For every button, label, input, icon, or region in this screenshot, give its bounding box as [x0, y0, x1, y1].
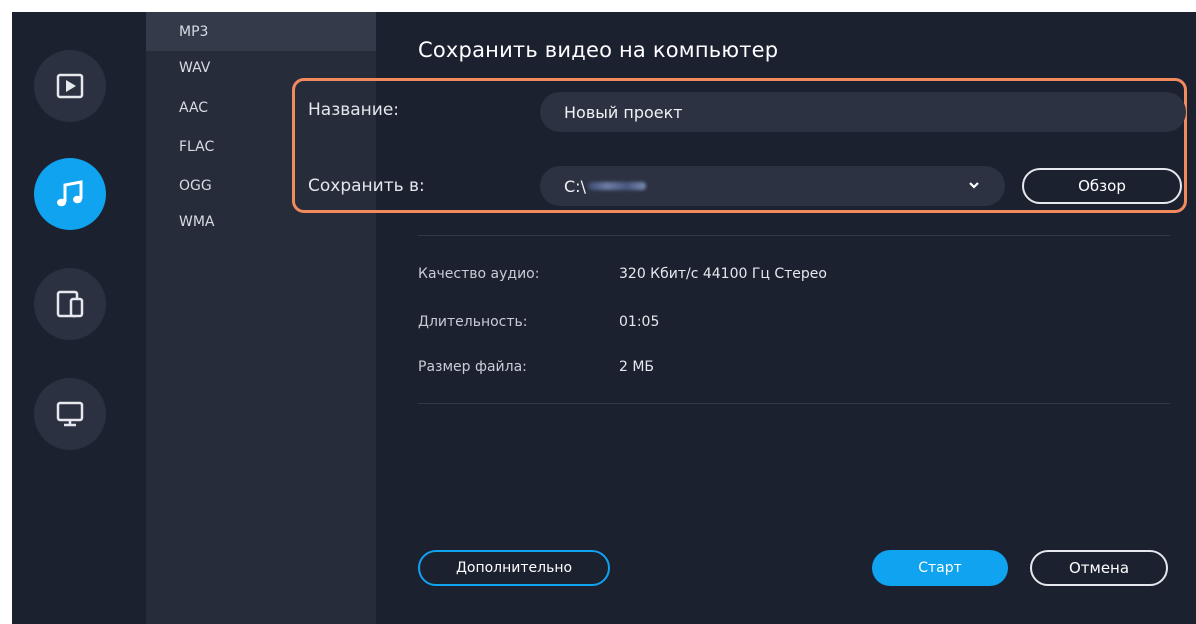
duration-value: 01:05 [619, 314, 660, 330]
name-input-value: Новый проект [564, 102, 683, 122]
format-item-aac[interactable]: AAC [179, 100, 208, 116]
devices-icon [56, 290, 84, 318]
name-input[interactable]: Новый проект [540, 92, 1186, 132]
rail-tv-button[interactable] [34, 378, 106, 450]
rail-audio-button[interactable] [34, 158, 106, 230]
save-path-value: C:\ [564, 176, 586, 196]
blurred-path [587, 182, 646, 190]
rail-video-button[interactable] [34, 50, 106, 122]
play-icon [56, 73, 84, 99]
format-item-wav[interactable]: WAV [179, 60, 210, 76]
format-item-mp3[interactable]: MP3 [179, 24, 208, 40]
rail-devices-button[interactable] [34, 268, 106, 340]
format-item-wma[interactable]: WMA [179, 214, 215, 230]
advanced-button[interactable]: Дополнительно [418, 550, 610, 586]
dialog-title: Сохранить видео на компьютер [418, 38, 779, 62]
cancel-button[interactable]: Отмена [1030, 550, 1168, 586]
format-item-flac[interactable]: FLAC [179, 139, 214, 155]
browse-button[interactable]: Обзор [1022, 168, 1182, 204]
format-item-ogg[interactable]: OGG [179, 178, 212, 194]
save-dialog: Сохранить видео на компьютер Название: Н… [292, 12, 1196, 624]
monitor-icon [56, 401, 84, 427]
duration-label: Длительность: [418, 314, 528, 330]
quality-value: 320 Кбит/с 44100 Гц Стерео [619, 266, 827, 282]
chevron-down-icon [969, 182, 979, 189]
divider-bottom [418, 403, 1170, 404]
export-window: MP3 WAV AAC FLAC OGG WMA Сохранить видео… [12, 12, 1196, 624]
file-size-label: Размер файла: [418, 359, 527, 375]
music-note-icon [57, 180, 83, 207]
save-to-label: Сохранить в: [308, 176, 425, 196]
quality-label: Качество аудио: [418, 266, 540, 282]
divider-top [418, 235, 1170, 236]
save-path-dropdown[interactable]: C:\ [540, 166, 1005, 206]
file-size-value: 2 МБ [619, 359, 655, 375]
name-label: Название: [308, 100, 400, 120]
start-button[interactable]: Старт [872, 550, 1008, 586]
category-rail [12, 12, 146, 624]
